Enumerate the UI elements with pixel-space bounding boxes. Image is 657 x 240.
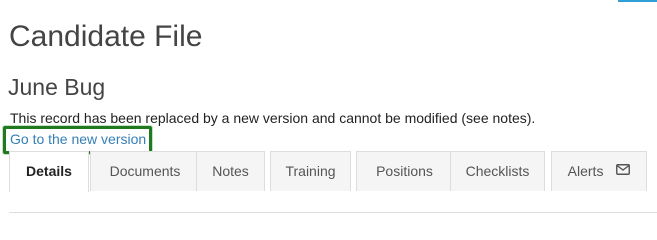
tab-label: Alerts	[567, 163, 604, 179]
tab-label: Documents	[109, 163, 181, 179]
tab-alerts[interactable]: Alerts	[551, 151, 647, 191]
tab-bar: Details Documents Notes Training Positio…	[9, 151, 657, 213]
tab-label: Positions	[376, 163, 433, 179]
tab-documents[interactable]: Documents	[90, 151, 200, 191]
candidate-name: June Bug	[8, 74, 106, 100]
tab-positions[interactable]: Positions	[356, 151, 453, 191]
envelope-icon	[616, 151, 631, 190]
replaced-record-notice: This record has been replaced by a new v…	[10, 110, 536, 126]
tab-details[interactable]: Details	[9, 151, 89, 192]
tab-notes[interactable]: Notes	[196, 151, 265, 191]
page-title: Candidate File	[9, 20, 203, 53]
go-to-new-version-link[interactable]: Go to the new version	[3, 126, 153, 154]
tab-label: Notes	[212, 163, 249, 179]
top-accent-bar	[618, 0, 657, 2]
tab-label: Details	[26, 163, 72, 179]
tab-label: Training	[285, 163, 336, 179]
tab-label: Checklists	[465, 163, 530, 179]
tab-training[interactable]: Training	[270, 151, 351, 191]
tab-checklists[interactable]: Checklists	[450, 151, 545, 191]
